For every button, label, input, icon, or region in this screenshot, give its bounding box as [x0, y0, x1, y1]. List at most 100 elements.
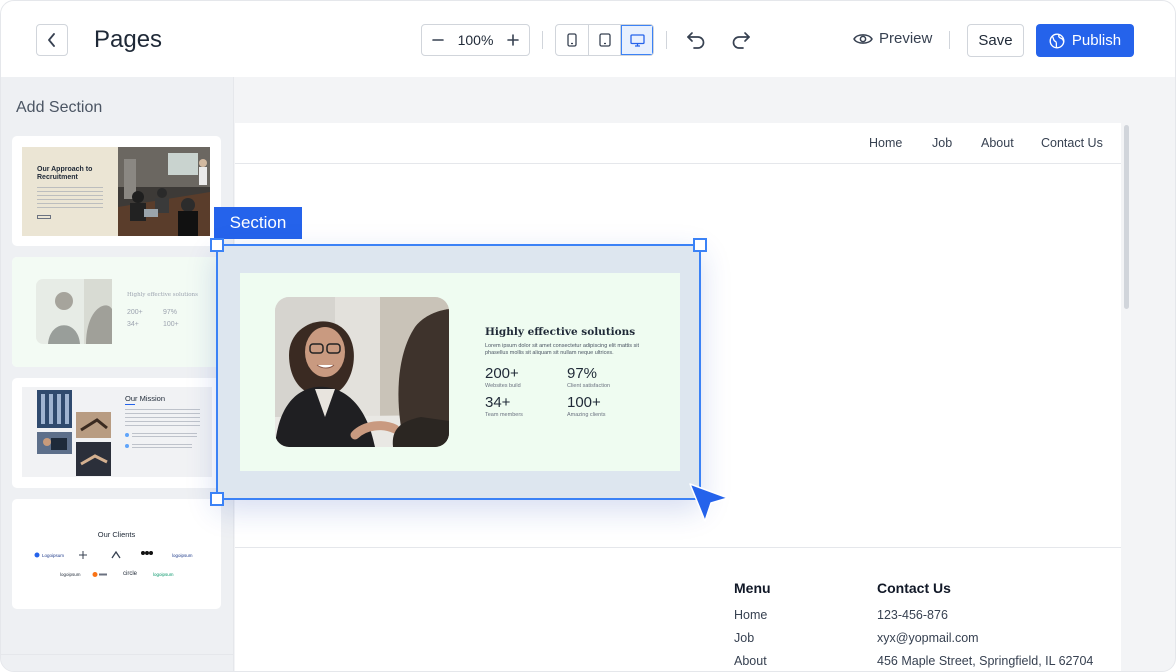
plus-icon [507, 34, 519, 46]
resize-handle-top-left[interactable] [210, 238, 224, 252]
client-logo-mark [34, 552, 40, 558]
client-logo: logoipsum [153, 572, 174, 577]
nav-link-home[interactable]: Home [869, 136, 902, 150]
nav-link-contact[interactable]: Contact Us [1041, 136, 1103, 150]
section-template-mission[interactable]: Our Mission [12, 378, 221, 488]
resize-handle-top-right[interactable] [693, 238, 707, 252]
footer-divider [235, 547, 1121, 548]
sidebar-title: Add Section [16, 99, 103, 116]
tablet-view-button[interactable] [589, 25, 622, 55]
canvas-scrollbar[interactable] [1124, 125, 1129, 309]
thumb-heading: Highly effective solutions [127, 292, 198, 298]
section-heading: Highly effective solutions [485, 326, 636, 338]
handshake-photo [275, 297, 449, 447]
thumb-paragraph [132, 433, 197, 439]
stat-label: Websites build [485, 383, 521, 389]
thumb-heading: Our Approach to Recruitment [37, 166, 93, 181]
section-content: Highly effective solutions Lorem ipsum d… [240, 273, 680, 471]
undo-button[interactable] [684, 28, 708, 52]
footer-email: xyx@yopmail.com [877, 631, 979, 645]
zoom-out-button[interactable] [430, 32, 446, 48]
footer-menu-item[interactable]: About [734, 654, 767, 668]
zoom-control: 100% [421, 24, 530, 56]
footer-contact-title: Contact Us [877, 580, 951, 596]
publish-label: Publish [1071, 32, 1122, 49]
footer-menu-title: Menu [734, 580, 771, 596]
client-logo: circle [123, 571, 138, 577]
editor-window: Pages 100% Preview Save Publish Add Sect… [0, 0, 1176, 672]
nav-link-job[interactable]: Job [932, 136, 952, 150]
thumb-handshake-photo [36, 279, 112, 344]
save-button[interactable]: Save [967, 24, 1024, 57]
stat-value: 100+ [567, 394, 601, 411]
stat-value: 200+ [485, 365, 519, 382]
thumb-text-panel: Our Approach to Recruitment [22, 147, 118, 236]
section-photo [275, 297, 449, 447]
client-logo: Logoipsum [42, 553, 65, 558]
thumb-stat: 100+ [163, 321, 179, 328]
desktop-icon [630, 33, 645, 47]
section-template-clients[interactable]: Our Clients Logoipsum logoipsum logoipsu… [12, 499, 221, 609]
back-button[interactable] [36, 24, 68, 56]
undo-icon [687, 32, 705, 49]
mobile-icon [567, 33, 577, 47]
device-switcher [555, 24, 654, 56]
stat-label: Amazing clients [567, 412, 606, 418]
footer-menu-item[interactable]: Home [734, 608, 767, 622]
footer-phone: 123-456-876 [877, 608, 948, 622]
desktop-view-button[interactable] [621, 25, 653, 55]
preview-label: Preview [879, 30, 933, 47]
mobile-view-button[interactable] [556, 25, 589, 55]
thumb-collage-photo [37, 390, 111, 476]
tablet-icon [598, 33, 611, 47]
toolbar-divider [949, 31, 950, 49]
site-navbar: Home Job About Contact Us [235, 123, 1121, 164]
thumb-stat: 97% [163, 309, 178, 316]
thumb-paragraph [125, 409, 200, 427]
stat-value: 34+ [485, 394, 511, 411]
thumb-heading: Our Mission [125, 394, 166, 403]
client-logo-mark [141, 551, 153, 555]
section-label-tag: Section [214, 207, 302, 239]
footer-menu-item[interactable]: Job [734, 631, 754, 645]
client-logo-mark [92, 572, 107, 577]
client-logo: logoipsum [60, 572, 81, 577]
chevron-left-icon [48, 33, 55, 47]
toolbar-divider [542, 31, 543, 49]
thumb-meeting-photo [118, 147, 210, 236]
stat-label: Team members [485, 412, 523, 418]
client-logo: logoipsum [172, 553, 193, 558]
section-template-solutions[interactable]: Highly effective solutions 200+ 97% 34+ … [12, 257, 221, 367]
eye-icon [853, 33, 873, 44]
redo-icon [732, 32, 750, 49]
thumb-stat: 200+ [127, 309, 143, 316]
footer-address: 456 Maple Street, Springfield, IL 62704 [877, 654, 1094, 668]
nav-link-about[interactable]: About [981, 136, 1014, 150]
zoom-in-button[interactable] [505, 32, 521, 48]
client-logo-mark [111, 551, 121, 559]
thumb-paragraph [132, 444, 192, 450]
thumb-underline [125, 404, 135, 405]
minus-icon [432, 39, 444, 41]
thumb-paragraph [37, 187, 103, 209]
selected-section[interactable]: Highly effective solutions Lorem ipsum d… [216, 244, 701, 500]
stat-label: Client satisfaction [567, 383, 611, 389]
section-sidebar: Add Section Our Approach to Recruitment [1, 77, 234, 671]
preview-button[interactable]: Preview [853, 30, 932, 47]
zoom-level: 100% [457, 32, 494, 48]
publish-button[interactable]: Publish [1036, 24, 1134, 57]
resize-handle-bottom-left[interactable] [210, 492, 224, 506]
section-template-recruitment[interactable]: Our Approach to Recruitment [12, 136, 221, 246]
top-toolbar: Pages 100% Preview Save Publish [1, 1, 1175, 77]
client-logo-mark [79, 551, 87, 559]
section-description: Lorem ipsum dolor sit amet consectetur a… [485, 343, 640, 356]
redo-button[interactable] [729, 28, 753, 52]
thumb-bullet [125, 444, 129, 448]
thumb-heading: Our Clients [97, 530, 136, 539]
thumb-stat: 34+ [127, 321, 139, 328]
thumb-bullet [125, 433, 129, 437]
pointer-cursor-icon [689, 483, 729, 522]
sidebar-divider [1, 654, 234, 655]
stat-value: 97% [567, 365, 598, 382]
thumb-button [37, 215, 51, 219]
